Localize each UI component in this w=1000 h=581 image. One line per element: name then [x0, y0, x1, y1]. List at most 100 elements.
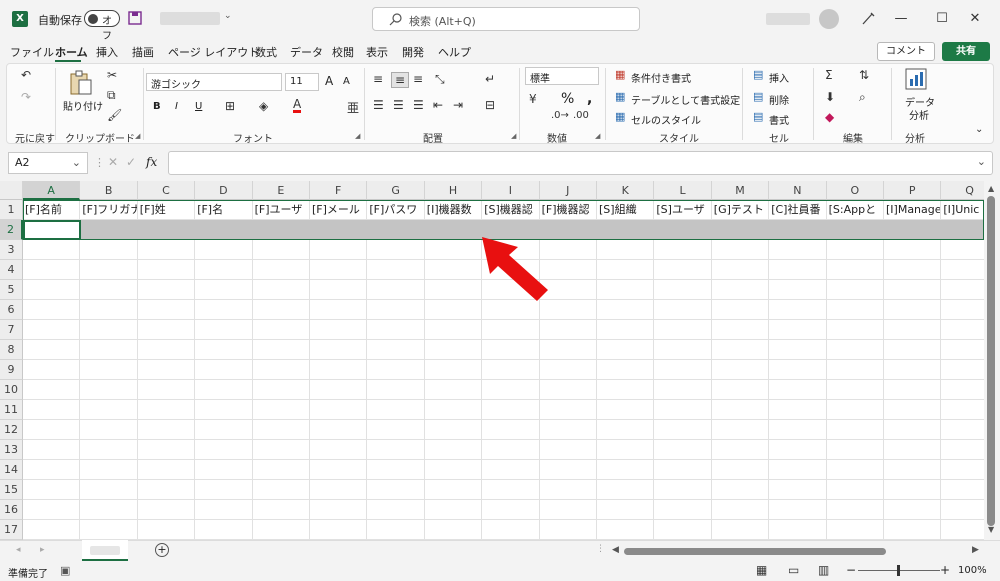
cell-C15[interactable]: [137, 480, 196, 500]
prev-sheet-icon[interactable]: ◂: [16, 545, 21, 555]
cell-P10[interactable]: [884, 380, 942, 400]
cell-A3[interactable]: [23, 240, 81, 260]
cell-C6[interactable]: [137, 300, 196, 320]
cell-Q3[interactable]: [941, 240, 984, 260]
indent-decrease-icon[interactable]: ⇤: [433, 98, 443, 112]
chevron-down-icon[interactable]: ⌄: [224, 11, 232, 21]
format-painter-icon[interactable]: 🖌: [107, 108, 122, 122]
cell-L12[interactable]: [654, 420, 712, 440]
cell-C4[interactable]: [137, 260, 196, 280]
delete-cells-button[interactable]: 削除: [769, 92, 789, 107]
tab-view[interactable]: 表示: [366, 44, 388, 60]
next-sheet-icon[interactable]: ▸: [40, 545, 45, 555]
cell-I12[interactable]: [482, 420, 540, 440]
cell-P11[interactable]: [884, 400, 942, 420]
conditional-format-button[interactable]: 条件付き書式: [631, 70, 691, 85]
cell-P3[interactable]: [884, 240, 942, 260]
cell-M14[interactable]: [711, 460, 770, 480]
cell-J1[interactable]: [F]機器認: [539, 200, 597, 220]
cell-N13[interactable]: [769, 440, 827, 460]
cell-D16[interactable]: [195, 500, 253, 520]
cell-P14[interactable]: [884, 460, 942, 480]
cell-K1[interactable]: [S]組織: [597, 200, 655, 220]
scroll-left-icon[interactable]: ◀: [612, 545, 619, 555]
cell-F16[interactable]: [310, 500, 368, 520]
row-header[interactable]: 15: [0, 480, 23, 500]
cell-L1[interactable]: [S]ユーザ: [654, 200, 712, 220]
cell-N15[interactable]: [769, 480, 827, 500]
cell-F17[interactable]: [310, 520, 368, 540]
cell-L10[interactable]: [654, 380, 712, 400]
cell-N11[interactable]: [769, 400, 827, 420]
cell-J15[interactable]: [539, 480, 597, 500]
cell-H5[interactable]: [424, 280, 483, 300]
cell-E1[interactable]: [F]ユーザ: [252, 200, 310, 220]
cell-M15[interactable]: [711, 480, 770, 500]
cell-M16[interactable]: [711, 500, 770, 520]
cell-F8[interactable]: [310, 340, 368, 360]
column-header[interactable]: J: [539, 181, 597, 200]
row-header[interactable]: 3: [0, 240, 23, 260]
column-header[interactable]: G: [367, 181, 425, 200]
cell-J9[interactable]: [539, 360, 597, 380]
dialog-launcher-icon[interactable]: ◢: [511, 132, 516, 140]
save-icon[interactable]: [128, 11, 142, 25]
cell-P8[interactable]: [884, 340, 942, 360]
cell-Q16[interactable]: [941, 500, 984, 520]
cell-B4[interactable]: [80, 260, 138, 280]
add-sheet-icon[interactable]: +: [155, 543, 169, 557]
bold-button[interactable]: B: [153, 101, 161, 112]
cell-D9[interactable]: [195, 360, 253, 380]
cell-K11[interactable]: [597, 400, 655, 420]
fill-color-icon[interactable]: ◈: [259, 99, 268, 113]
cell-F14[interactable]: [310, 460, 368, 480]
minimize-button[interactable]: —: [892, 10, 910, 28]
align-middle-icon[interactable]: ≡: [391, 72, 410, 88]
column-header[interactable]: I: [482, 181, 540, 200]
cell-E6[interactable]: [252, 300, 310, 320]
cell-G6[interactable]: [367, 300, 425, 320]
cell-G10[interactable]: [367, 380, 425, 400]
tab-review[interactable]: 校閲: [332, 44, 354, 60]
cell-G9[interactable]: [367, 360, 425, 380]
copy-icon[interactable]: ⧉: [107, 88, 116, 103]
tab-developer[interactable]: 開発: [402, 44, 424, 60]
cell-F11[interactable]: [310, 400, 368, 420]
cell-M7[interactable]: [711, 320, 770, 340]
zoom-level[interactable]: 100%: [958, 565, 987, 576]
row-header[interactable]: 6: [0, 300, 23, 320]
cell-O9[interactable]: [826, 360, 884, 380]
cell-C9[interactable]: [137, 360, 196, 380]
cell-L5[interactable]: [654, 280, 712, 300]
cell-B17[interactable]: [80, 520, 138, 540]
cell-D15[interactable]: [195, 480, 253, 500]
cell-H1[interactable]: [I]機器数: [424, 200, 483, 220]
cell-F3[interactable]: [310, 240, 368, 260]
cell-I11[interactable]: [482, 400, 540, 420]
cell-H6[interactable]: [424, 300, 483, 320]
cell-Q4[interactable]: [941, 260, 984, 280]
cell-J17[interactable]: [539, 520, 597, 540]
cell-B12[interactable]: [80, 420, 138, 440]
wrap-text-icon[interactable]: ↵: [485, 72, 495, 86]
cell-N17[interactable]: [769, 520, 827, 540]
cell-B11[interactable]: [80, 400, 138, 420]
paste-icon[interactable]: [69, 70, 93, 96]
cell-M8[interactable]: [711, 340, 770, 360]
row-header[interactable]: 8: [0, 340, 23, 360]
cell-Q7[interactable]: [941, 320, 984, 340]
cell-D4[interactable]: [195, 260, 253, 280]
cell-F1[interactable]: [F]メール: [310, 200, 368, 220]
cell-E12[interactable]: [252, 420, 310, 440]
cell-K5[interactable]: [597, 280, 655, 300]
cell-I14[interactable]: [482, 460, 540, 480]
paste-label[interactable]: 貼り付け: [63, 98, 103, 113]
cell-L4[interactable]: [654, 260, 712, 280]
cell-C13[interactable]: [137, 440, 196, 460]
row-header[interactable]: 4: [0, 260, 23, 280]
cell-N3[interactable]: [769, 240, 827, 260]
cell-K8[interactable]: [597, 340, 655, 360]
tab-insert[interactable]: 挿入: [96, 44, 118, 60]
cell-G17[interactable]: [367, 520, 425, 540]
column-header[interactable]: B: [80, 181, 138, 200]
